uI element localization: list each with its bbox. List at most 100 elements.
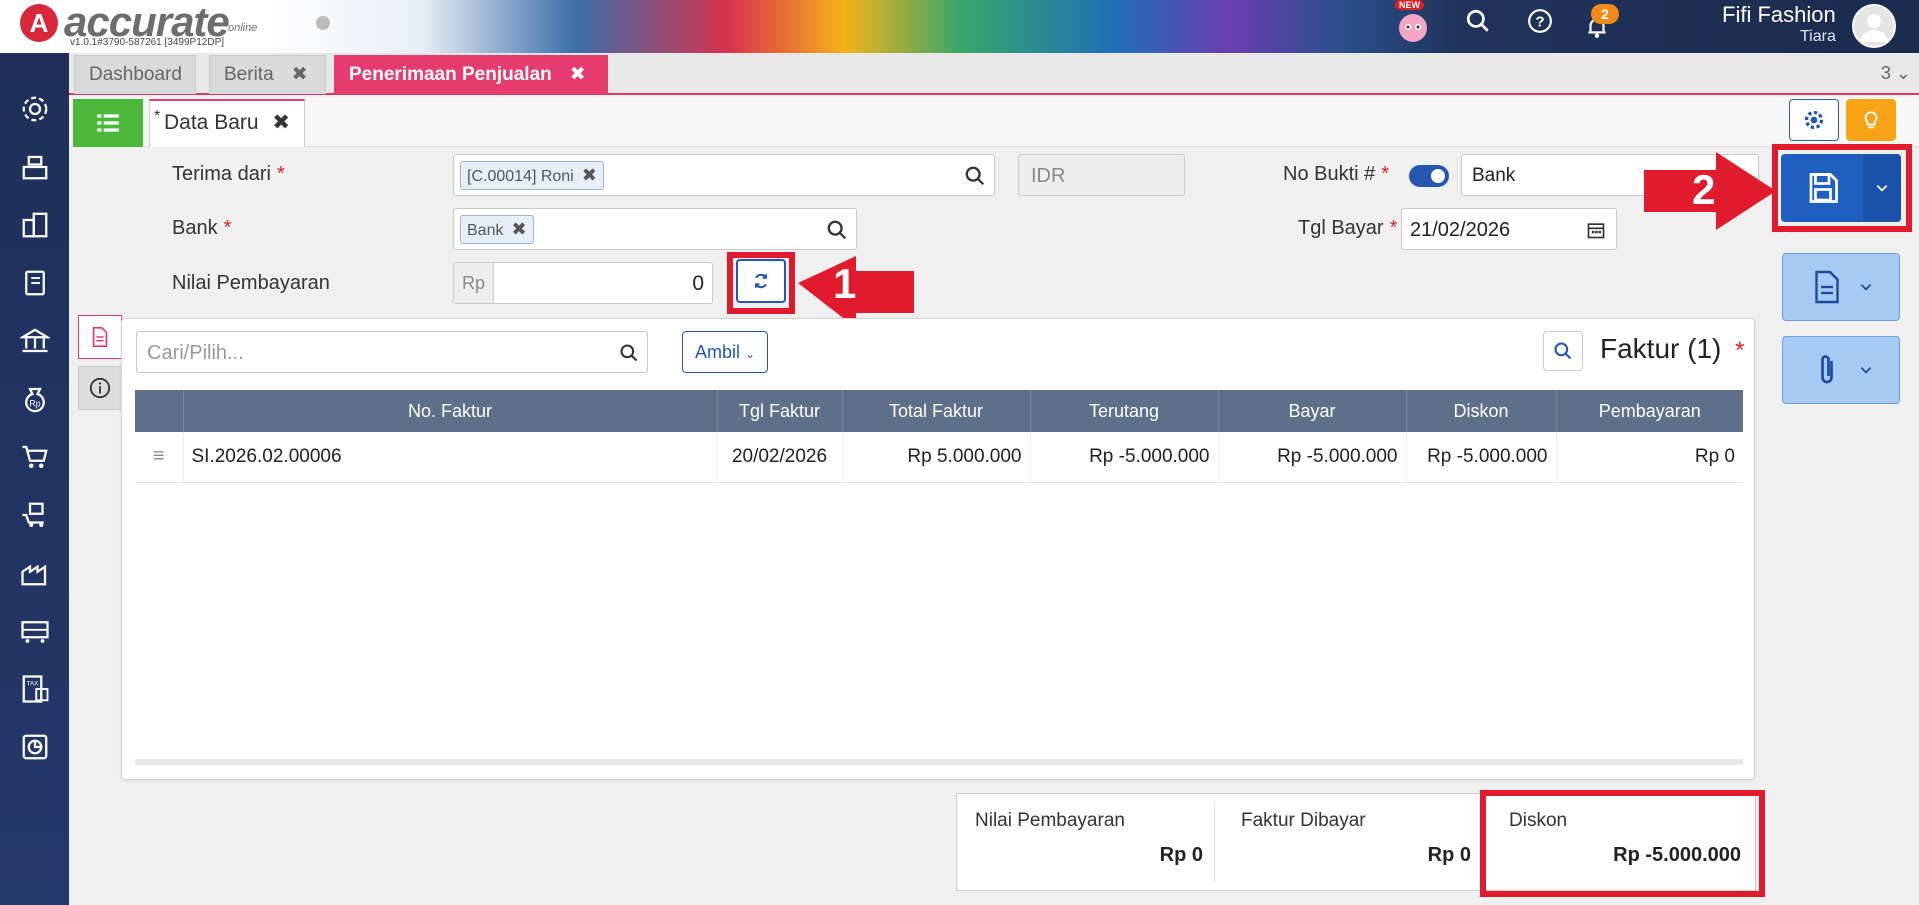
cell-tgl-faktur[interactable]: 20/02/2026 [717, 432, 843, 483]
summary-label: Nilai Pembayaran [975, 810, 1125, 831]
auto-number-toggle[interactable] [1409, 165, 1449, 187]
lightbulb-icon [1864, 111, 1878, 129]
nilai-pembayaran-field[interactable]: Rp 0 [453, 262, 713, 304]
factory-icon[interactable] [18, 556, 52, 590]
column-header[interactable]: Diskon [1406, 390, 1557, 432]
mascot-icon[interactable] [1395, 8, 1431, 44]
bank-field[interactable]: Bank ✖ [453, 208, 857, 250]
search-icon[interactable] [619, 343, 639, 363]
customer-chip-label: [C.00014] Roni [467, 168, 574, 185]
purchase-cart-icon[interactable] [18, 498, 52, 532]
tgl-bayar-field[interactable]: 21/02/2026 [1401, 208, 1617, 250]
accurate-logo-icon: A [20, 4, 58, 42]
cell-bayar[interactable]: Rp -5.000.000 [1218, 432, 1407, 483]
logo-sub: online [228, 22, 258, 34]
search-icon[interactable] [964, 165, 986, 187]
list-button[interactable] [73, 99, 143, 147]
summary-value: Rp 0 [1159, 844, 1203, 866]
close-icon[interactable]: ✖ [292, 64, 308, 85]
terima-dari-field[interactable]: [C.00014] Roni ✖ [453, 154, 995, 196]
tab-label: Penerimaan Penjualan [349, 64, 552, 85]
subtab-label: Data Baru [164, 111, 259, 134]
tab-data-baru[interactable]: * Data Baru ✖ [149, 99, 306, 147]
column-header[interactable]: Total Faktur [842, 390, 1031, 432]
grid-find-button[interactable] [1543, 331, 1583, 371]
ledger-icon[interactable] [18, 266, 52, 300]
column-header[interactable]: Pembayaran [1556, 390, 1743, 432]
warehouse-icon[interactable] [18, 614, 52, 648]
table-row[interactable]: ≡ SI.2026.02.00006 20/02/2026 Rp 5.000.0… [135, 432, 1743, 483]
grid-title: Faktur (1) * [1600, 333, 1745, 364]
refresh-button[interactable] [736, 259, 786, 303]
floppy-disk-icon [1809, 173, 1838, 203]
tab-detail[interactable] [78, 315, 122, 359]
nilai-value: 0 [692, 272, 704, 295]
attachment-button[interactable] [1782, 336, 1900, 404]
tab-penerimaan-penjualan[interactable]: Penerimaan Penjualan ✖ [334, 55, 608, 94]
cell-total-faktur[interactable]: Rp 5.000.000 [842, 432, 1031, 483]
chevron-down-icon [1876, 185, 1888, 192]
print-document-button[interactable] [1782, 253, 1900, 321]
tgl-bayar-value: 21/02/2026 [1410, 219, 1511, 241]
summary-nilai-pembayaran: Nilai Pembayaran Rp 0 [957, 794, 1215, 890]
tab-dashboard[interactable]: Dashboard [74, 55, 196, 94]
cell-pembayaran[interactable]: Rp 0 [1556, 432, 1743, 483]
save-options-dropdown[interactable] [1863, 154, 1901, 222]
cash-register-icon[interactable] [18, 150, 52, 184]
chevron-down-icon [1860, 367, 1872, 374]
currency-prefix: Rp [454, 263, 494, 303]
svg-text:Rp: Rp [29, 399, 40, 409]
info-icon [89, 377, 111, 399]
report-icon[interactable] [18, 730, 52, 764]
tab-count-dropdown[interactable]: 3 ⌄ [1881, 63, 1911, 84]
invoice-table: No. Faktur Tgl Faktur Total Faktur Terut… [135, 390, 1743, 483]
remove-chip-icon[interactable]: ✖ [511, 219, 526, 239]
building-icon[interactable] [18, 208, 52, 242]
annotation-number-1: 1 [833, 260, 857, 307]
customer-chip: [C.00014] Roni ✖ [460, 161, 604, 190]
settings-button[interactable] [1789, 99, 1839, 141]
ambil-button[interactable]: Ambil ⌄ [682, 331, 768, 373]
annotation-number-2: 2 [1692, 166, 1716, 213]
column-header[interactable]: Tgl Faktur [717, 390, 843, 432]
search-icon[interactable] [826, 219, 848, 241]
terima-dari-label: Terima dari * [172, 163, 285, 185]
tab-berita[interactable]: Berita ✖ [209, 55, 326, 94]
column-header[interactable]: Terutang [1030, 390, 1219, 432]
column-header[interactable]: No. Faktur [183, 390, 718, 432]
gear-icon[interactable] [18, 92, 52, 126]
chevron-down-icon: ⌄ [744, 347, 756, 361]
company-name[interactable]: Fifi Fashion [1722, 2, 1836, 28]
grid-scrollbar[interactable] [135, 759, 1743, 765]
summary-faktur-dibayar: Faktur Dibayar Rp 0 [1223, 794, 1483, 890]
column-header[interactable]: Bayar [1218, 390, 1407, 432]
refresh-icon [754, 273, 768, 289]
grid-search-input[interactable]: Cari/Pilih... [136, 331, 648, 373]
close-icon[interactable]: ✖ [272, 111, 290, 134]
remove-chip-icon[interactable]: ✖ [582, 165, 597, 185]
cell-no-faktur[interactable]: SI.2026.02.00006 [183, 432, 718, 483]
cell-terutang[interactable]: Rp -5.000.000 [1030, 432, 1219, 483]
help-icon[interactable]: ? [1522, 8, 1558, 44]
avatar[interactable] [1852, 4, 1896, 48]
tips-button[interactable] [1846, 99, 1896, 141]
cart-icon[interactable] [18, 440, 52, 474]
tab-info[interactable] [78, 366, 122, 410]
notification-badge: 2 [1591, 4, 1619, 24]
money-bag-icon[interactable]: Rp [18, 382, 52, 416]
sidebar: Rp TAX [0, 53, 69, 905]
list-icon [97, 114, 119, 132]
tax-icon[interactable]: TAX [18, 672, 52, 706]
form-toolbar: * Data Baru ✖ [69, 97, 1919, 147]
close-icon[interactable]: ✖ [570, 64, 586, 85]
drag-handle-icon[interactable]: ≡ [135, 432, 184, 483]
calendar-icon[interactable] [1586, 220, 1606, 240]
save-button[interactable] [1781, 154, 1901, 222]
search-icon[interactable] [1460, 8, 1496, 44]
bank-icon[interactable] [18, 324, 52, 358]
logo-area: A accurate online v1.0.1#3790-587261 [34… [0, 0, 270, 53]
bank-label: Bank * [172, 217, 232, 239]
cell-diskon[interactable]: Rp -5.000.000 [1406, 432, 1557, 483]
document-icon [92, 327, 108, 347]
nilai-pembayaran-label: Nilai Pembayaran [172, 272, 330, 294]
